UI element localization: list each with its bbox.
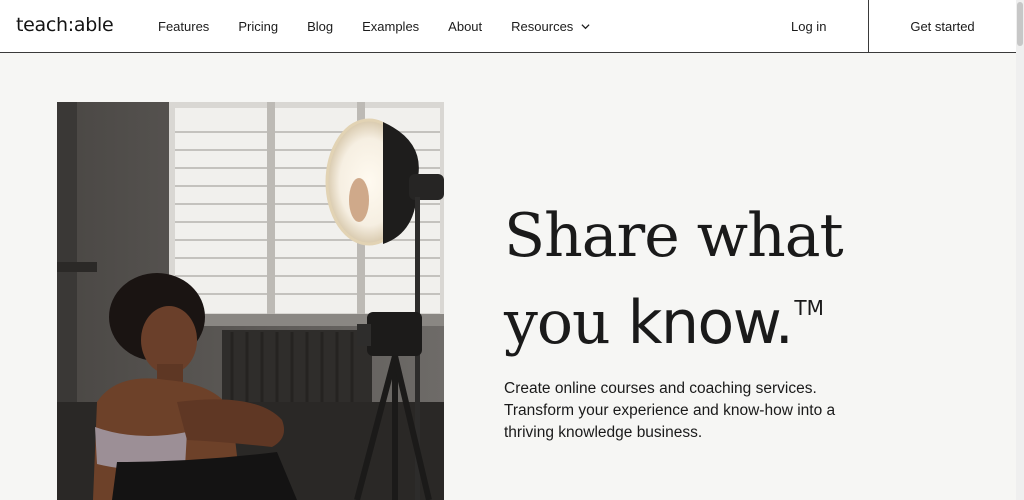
nav-blog-label: Blog [307,19,334,34]
nav-pricing[interactable]: Pricing [238,19,278,34]
nav-blog[interactable]: Blog [307,19,333,34]
subtext-line-2: Transform your experience and know-how i… [504,402,836,419]
subtext-line-3: thriving knowledge business. [504,424,703,441]
scrollbar-thumb[interactable] [1017,2,1023,46]
nav-about[interactable]: About [448,19,482,34]
headline-line-1: Share what [504,201,844,271]
login-link[interactable]: Log in [791,19,826,34]
nav-examples[interactable]: Examples [362,19,419,34]
nav-pricing-label: Pricing [238,19,279,34]
hero-image [57,102,444,500]
hero-subtext: Create online courses and coaching servi… [504,378,884,444]
trademark-symbol: TM [794,296,824,320]
main-nav: Features Pricing Blog Examples About Res… [158,19,619,34]
nav-features-label: Features [158,19,210,34]
scrollbar[interactable] [1016,0,1024,500]
get-started-button[interactable]: Get started [868,0,1016,52]
headline-regular-text: you [504,288,628,358]
nav-about-label: About [448,19,483,34]
nav-resources[interactable]: Resources [511,19,590,34]
hero-photo-illustration [57,102,444,500]
headline-line-2: you know. TM [504,272,924,359]
get-started-label: Get started [910,18,975,34]
hero-headline: Share what you know. TM [504,200,924,359]
nav-resources-label: Resources [511,19,574,34]
nav-features[interactable]: Features [158,19,209,34]
logo[interactable]: teach:able [16,14,114,36]
nav-examples-label: Examples [362,19,420,34]
headline-bold-text: know. [627,288,794,358]
subtext-line-1: Create online courses and coaching servi… [504,380,817,397]
chevron-down-icon [581,24,590,30]
site-header: teach:able Features Pricing Blog Example… [0,0,1016,53]
